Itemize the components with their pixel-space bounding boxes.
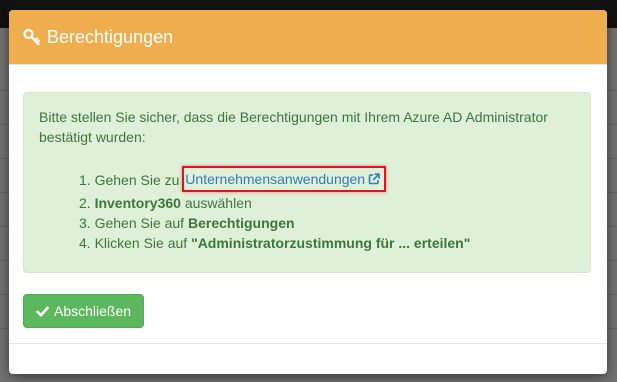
external-link-icon: [368, 170, 380, 185]
step-3-text: 3. Gehen Sie auf: [79, 215, 188, 231]
modal-body: Bitte stellen Sie sicher, dass die Berec…: [9, 65, 607, 273]
check-icon: [36, 305, 49, 318]
modal-title: Berechtigungen: [47, 26, 174, 47]
footer-divider: [9, 343, 607, 344]
finish-button-label: Abschließen: [54, 303, 132, 319]
step-2-app-name: Inventory360: [94, 195, 181, 211]
enterprise-apps-link-label: Unternehmensanwendungen: [185, 171, 366, 187]
enterprise-apps-link[interactable]: Unternehmensanwendungen: [185, 171, 380, 187]
finish-button[interactable]: Abschließen: [23, 294, 145, 328]
key-icon: [23, 28, 41, 46]
step-4: 4. Klicken Sie auf "Administratorzustimm…: [79, 233, 575, 253]
step-2: 2. Inventory360 auswählen: [79, 193, 575, 213]
step-3-bold: Berechtigungen: [187, 215, 295, 231]
highlight-box: Unternehmensanwendungen: [182, 166, 387, 192]
step-2-text: auswählen: [180, 195, 252, 211]
alert-intro: Bitte stellen Sie sicher, dass die Berec…: [39, 109, 548, 145]
step-4-bold: "Administratorzustimmung für ... erteile…: [191, 235, 471, 251]
modal-header: Berechtigungen: [9, 10, 607, 65]
steps-list: 1. Gehen Sie zu Unternehmensanwendungen …: [39, 166, 575, 253]
step-1-text: 1. Gehen Sie zu: [79, 172, 184, 188]
step-1: 1. Gehen Sie zu Unternehmensanwendungen: [79, 166, 575, 193]
step-2-number: 2.: [79, 195, 95, 211]
permissions-modal: Berechtigungen Bitte stellen Sie sicher,…: [9, 10, 607, 374]
step-4-text: 4. Klicken Sie auf: [79, 235, 192, 251]
info-alert: Bitte stellen Sie sicher, dass die Berec…: [23, 92, 591, 273]
step-3: 3. Gehen Sie auf Berechtigungen: [79, 213, 575, 233]
